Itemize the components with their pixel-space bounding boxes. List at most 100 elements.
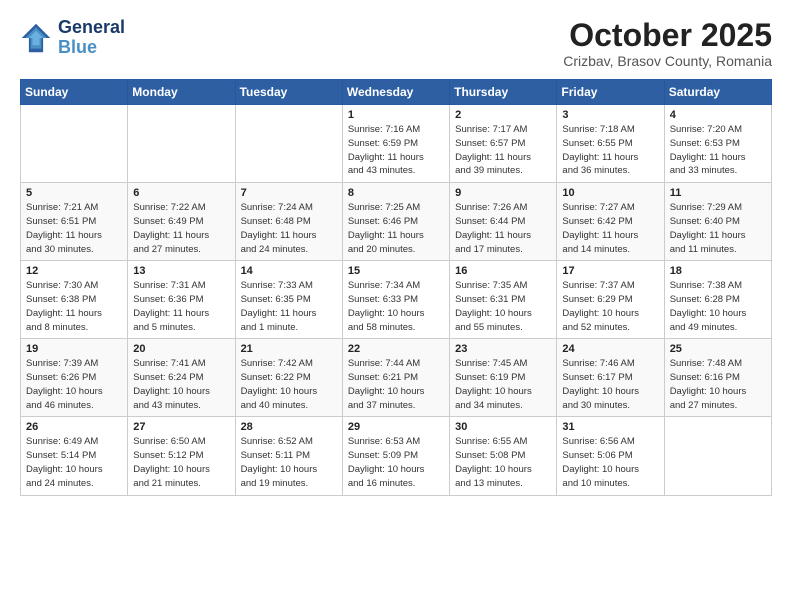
calendar-week-4: 19 Sunrise: 7:39 AM Sunset: 6:26 PM Dayli… xyxy=(21,339,772,417)
calendar-header-row: SundayMondayTuesdayWednesdayThursdayFrid… xyxy=(21,80,772,105)
day-info: Sunrise: 7:44 AM Sunset: 6:21 PM Dayligh… xyxy=(348,357,444,412)
day-info: Sunrise: 7:46 AM Sunset: 6:17 PM Dayligh… xyxy=(562,357,658,412)
logo-icon xyxy=(20,22,52,54)
day-number: 29 xyxy=(348,421,444,433)
day-info: Sunrise: 7:29 AM Sunset: 6:40 PM Dayligh… xyxy=(670,201,766,256)
day-number: 23 xyxy=(455,343,551,355)
calendar-cell: 10 Sunrise: 7:27 AM Sunset: 6:42 PM Dayli… xyxy=(557,183,664,261)
day-number: 24 xyxy=(562,343,658,355)
day-info: Sunrise: 7:22 AM Sunset: 6:49 PM Dayligh… xyxy=(133,201,229,256)
calendar-cell xyxy=(128,105,235,183)
day-number: 11 xyxy=(670,187,766,199)
day-info: Sunrise: 7:18 AM Sunset: 6:55 PM Dayligh… xyxy=(562,123,658,178)
day-number: 15 xyxy=(348,265,444,277)
day-number: 21 xyxy=(241,343,337,355)
calendar-cell: 27 Sunrise: 6:50 AM Sunset: 5:12 PM Dayli… xyxy=(128,417,235,495)
calendar-cell: 30 Sunrise: 6:55 AM Sunset: 5:08 PM Dayli… xyxy=(450,417,557,495)
day-info: Sunrise: 7:17 AM Sunset: 6:57 PM Dayligh… xyxy=(455,123,551,178)
day-number: 25 xyxy=(670,343,766,355)
calendar-week-2: 5Sunrise: 7:21 AM Sunset: 6:51 PM Daylig… xyxy=(21,183,772,261)
day-number: 26 xyxy=(26,421,122,433)
logo-line2: Blue xyxy=(58,38,125,58)
calendar-cell: 1 Sunrise: 7:16 AM Sunset: 6:59 PM Daylig… xyxy=(342,105,449,183)
day-number: 10 xyxy=(562,187,658,199)
calendar-cell: 14 Sunrise: 7:33 AM Sunset: 6:35 PM Dayli… xyxy=(235,261,342,339)
day-number: 27 xyxy=(133,421,229,433)
day-info: Sunrise: 6:50 AM Sunset: 5:12 PM Dayligh… xyxy=(133,435,229,490)
day-number: 4 xyxy=(670,109,766,121)
weekday-header-tuesday: Tuesday xyxy=(235,80,342,105)
calendar-week-5: 26 Sunrise: 6:49 AM Sunset: 5:14 PM Dayli… xyxy=(21,417,772,495)
day-info: Sunrise: 7:41 AM Sunset: 6:24 PM Dayligh… xyxy=(133,357,229,412)
calendar-cell: 29 Sunrise: 6:53 AM Sunset: 5:09 PM Dayli… xyxy=(342,417,449,495)
day-number: 3 xyxy=(562,109,658,121)
calendar-cell: 18Sunrise: 7:38 AM Sunset: 6:28 PM Dayli… xyxy=(664,261,771,339)
calendar-cell: 6 Sunrise: 7:22 AM Sunset: 6:49 PM Daylig… xyxy=(128,183,235,261)
day-info: Sunrise: 7:42 AM Sunset: 6:22 PM Dayligh… xyxy=(241,357,337,412)
day-info: Sunrise: 7:30 AM Sunset: 6:38 PM Dayligh… xyxy=(26,279,122,334)
day-number: 7 xyxy=(241,187,337,199)
calendar-cell: 13Sunrise: 7:31 AM Sunset: 6:36 PM Dayli… xyxy=(128,261,235,339)
calendar-cell: 12 Sunrise: 7:30 AM Sunset: 6:38 PM Dayli… xyxy=(21,261,128,339)
calendar-cell xyxy=(21,105,128,183)
calendar-cell: 15 Sunrise: 7:34 AM Sunset: 6:33 PM Dayli… xyxy=(342,261,449,339)
day-number: 9 xyxy=(455,187,551,199)
day-number: 20 xyxy=(133,343,229,355)
weekday-header-saturday: Saturday xyxy=(664,80,771,105)
day-info: Sunrise: 7:20 AM Sunset: 6:53 PM Dayligh… xyxy=(670,123,766,178)
month-title: October 2025 xyxy=(563,18,772,53)
day-number: 16 xyxy=(455,265,551,277)
logo-text: General Blue xyxy=(58,18,125,58)
weekday-header-monday: Monday xyxy=(128,80,235,105)
day-info: Sunrise: 6:55 AM Sunset: 5:08 PM Dayligh… xyxy=(455,435,551,490)
day-info: Sunrise: 7:27 AM Sunset: 6:42 PM Dayligh… xyxy=(562,201,658,256)
weekday-header-wednesday: Wednesday xyxy=(342,80,449,105)
weekday-header-friday: Friday xyxy=(557,80,664,105)
day-info: Sunrise: 7:25 AM Sunset: 6:46 PM Dayligh… xyxy=(348,201,444,256)
day-number: 17 xyxy=(562,265,658,277)
day-number: 22 xyxy=(348,343,444,355)
day-info: Sunrise: 6:49 AM Sunset: 5:14 PM Dayligh… xyxy=(26,435,122,490)
calendar-cell: 20 Sunrise: 7:41 AM Sunset: 6:24 PM Dayli… xyxy=(128,339,235,417)
calendar-cell: 9Sunrise: 7:26 AM Sunset: 6:44 PM Daylig… xyxy=(450,183,557,261)
day-info: Sunrise: 6:52 AM Sunset: 5:11 PM Dayligh… xyxy=(241,435,337,490)
calendar-cell: 24 Sunrise: 7:46 AM Sunset: 6:17 PM Dayli… xyxy=(557,339,664,417)
day-info: Sunrise: 7:37 AM Sunset: 6:29 PM Dayligh… xyxy=(562,279,658,334)
location: Crizbav, Brasov County, Romania xyxy=(563,53,772,69)
calendar-week-1: 1 Sunrise: 7:16 AM Sunset: 6:59 PM Daylig… xyxy=(21,105,772,183)
day-info: Sunrise: 7:35 AM Sunset: 6:31 PM Dayligh… xyxy=(455,279,551,334)
day-info: Sunrise: 6:56 AM Sunset: 5:06 PM Dayligh… xyxy=(562,435,658,490)
calendar-cell: 28Sunrise: 6:52 AM Sunset: 5:11 PM Dayli… xyxy=(235,417,342,495)
day-number: 18 xyxy=(670,265,766,277)
calendar-cell: 11 Sunrise: 7:29 AM Sunset: 6:40 PM Dayli… xyxy=(664,183,771,261)
day-info: Sunrise: 7:34 AM Sunset: 6:33 PM Dayligh… xyxy=(348,279,444,334)
calendar-cell: 22 Sunrise: 7:44 AM Sunset: 6:21 PM Dayli… xyxy=(342,339,449,417)
calendar-cell: 2 Sunrise: 7:17 AM Sunset: 6:57 PM Daylig… xyxy=(450,105,557,183)
day-number: 5 xyxy=(26,187,122,199)
calendar-cell: 23Sunrise: 7:45 AM Sunset: 6:19 PM Dayli… xyxy=(450,339,557,417)
day-number: 19 xyxy=(26,343,122,355)
day-number: 1 xyxy=(348,109,444,121)
logo-line1: General xyxy=(58,18,125,38)
calendar-cell: 3 Sunrise: 7:18 AM Sunset: 6:55 PM Daylig… xyxy=(557,105,664,183)
day-number: 13 xyxy=(133,265,229,277)
day-number: 12 xyxy=(26,265,122,277)
day-info: Sunrise: 7:39 AM Sunset: 6:26 PM Dayligh… xyxy=(26,357,122,412)
calendar-cell: 7Sunrise: 7:24 AM Sunset: 6:48 PM Daylig… xyxy=(235,183,342,261)
day-number: 6 xyxy=(133,187,229,199)
day-number: 2 xyxy=(455,109,551,121)
logo: General Blue xyxy=(20,18,125,58)
day-info: Sunrise: 7:16 AM Sunset: 6:59 PM Dayligh… xyxy=(348,123,444,178)
weekday-header-sunday: Sunday xyxy=(21,80,128,105)
title-block: October 2025 Crizbav, Brasov County, Rom… xyxy=(563,18,772,69)
day-info: Sunrise: 6:53 AM Sunset: 5:09 PM Dayligh… xyxy=(348,435,444,490)
calendar-cell xyxy=(235,105,342,183)
page: General Blue October 2025 Crizbav, Braso… xyxy=(0,0,792,612)
calendar-week-3: 12 Sunrise: 7:30 AM Sunset: 6:38 PM Dayli… xyxy=(21,261,772,339)
calendar-cell: 17 Sunrise: 7:37 AM Sunset: 6:29 PM Dayli… xyxy=(557,261,664,339)
day-info: Sunrise: 7:33 AM Sunset: 6:35 PM Dayligh… xyxy=(241,279,337,334)
day-info: Sunrise: 7:48 AM Sunset: 6:16 PM Dayligh… xyxy=(670,357,766,412)
day-number: 31 xyxy=(562,421,658,433)
day-number: 30 xyxy=(455,421,551,433)
day-number: 14 xyxy=(241,265,337,277)
